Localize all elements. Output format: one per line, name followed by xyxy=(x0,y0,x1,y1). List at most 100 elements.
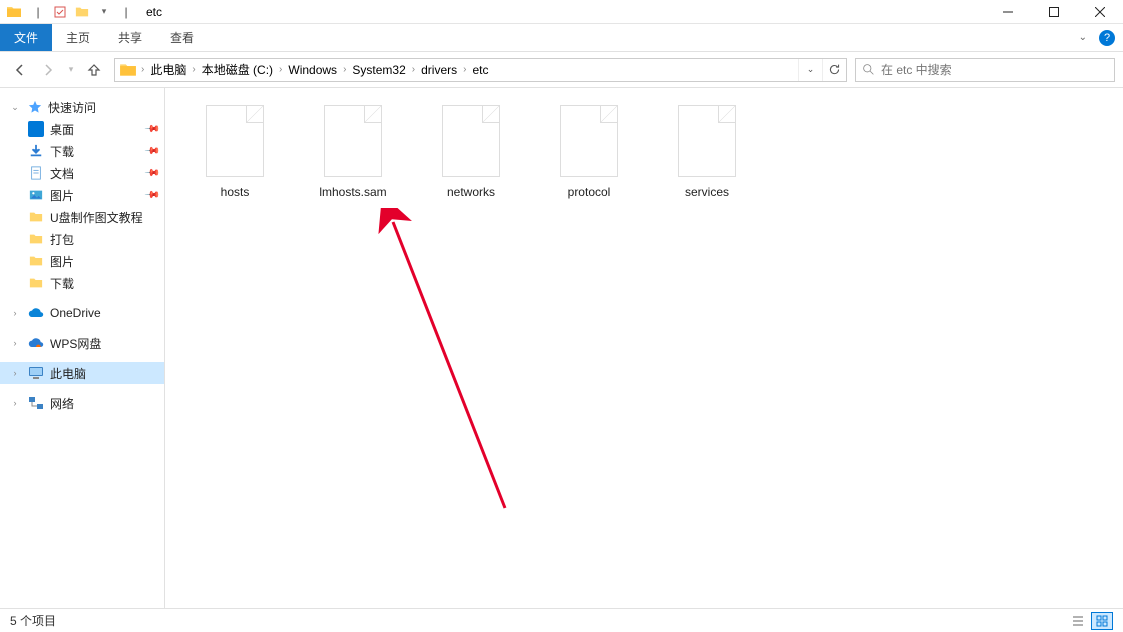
file-label: hosts xyxy=(221,185,250,199)
help-icon[interactable]: ? xyxy=(1099,30,1115,46)
sidebar-label: 此电脑 xyxy=(50,365,86,382)
view-details-button[interactable] xyxy=(1067,612,1089,630)
sidebar-label: 下载 xyxy=(50,143,74,160)
sidebar-item-desktop[interactable]: 桌面 📌 xyxy=(0,118,164,140)
qat-separator-2: | xyxy=(116,2,136,22)
crumb-this-pc[interactable]: 此电脑 xyxy=(146,59,190,81)
star-icon xyxy=(28,100,42,114)
sidebar-item-downloads[interactable]: 下载 📌 xyxy=(0,140,164,162)
qat-dropdown-icon[interactable]: ▾ xyxy=(94,2,114,22)
sidebar-wps[interactable]: › WPS网盘 xyxy=(0,332,164,354)
file-label: protocol xyxy=(568,185,611,199)
sidebar-quick-access[interactable]: ⌄ 快速访问 xyxy=(0,96,164,118)
address-bar[interactable]: › 此电脑 › 本地磁盘 (C:) › Windows › System32 ›… xyxy=(114,58,847,82)
download-icon xyxy=(28,143,44,159)
qat-separator: | xyxy=(28,2,48,22)
search-box[interactable] xyxy=(855,58,1115,82)
breadcrumb-sep[interactable]: › xyxy=(277,64,284,75)
file-icon xyxy=(324,105,382,177)
minimize-button[interactable] xyxy=(985,0,1031,24)
breadcrumb-sep[interactable]: › xyxy=(461,64,468,75)
breadcrumb-sep[interactable]: › xyxy=(410,64,417,75)
forward-button[interactable] xyxy=(36,58,60,82)
search-input[interactable] xyxy=(881,63,1108,77)
computer-icon xyxy=(28,366,44,380)
crumb-etc[interactable]: etc xyxy=(468,59,492,81)
chevron-right-icon[interactable]: › xyxy=(10,368,20,378)
address-history-dropdown[interactable]: ⌄ xyxy=(798,59,822,81)
sidebar-item-folder-usb[interactable]: U盘制作图文教程 xyxy=(0,206,164,228)
back-button[interactable] xyxy=(8,58,32,82)
file-icon xyxy=(560,105,618,177)
sidebar-label: U盘制作图文教程 xyxy=(50,209,143,226)
ribbon-expand-icon[interactable]: ⌄ xyxy=(1079,32,1087,43)
chevron-down-icon[interactable]: ⌄ xyxy=(10,102,20,113)
window-titlebar: | ▾ | etc xyxy=(0,0,1123,24)
breadcrumb-sep[interactable]: › xyxy=(190,64,197,75)
sidebar-label: OneDrive xyxy=(50,306,101,320)
file-list-pane[interactable]: hosts lmhosts.sam networks protocol serv… xyxy=(165,88,1123,608)
pictures-icon xyxy=(28,187,44,203)
pin-icon: 📌 xyxy=(144,187,161,204)
up-button[interactable] xyxy=(82,58,106,82)
qat-folder-icon[interactable] xyxy=(72,2,92,22)
view-large-icons-button[interactable] xyxy=(1091,612,1113,630)
maximize-button[interactable] xyxy=(1031,0,1077,24)
crumb-system32[interactable]: System32 xyxy=(348,59,409,81)
file-menu[interactable]: 文件 xyxy=(0,24,52,51)
file-icon xyxy=(678,105,736,177)
breadcrumb-sep[interactable]: › xyxy=(139,64,146,75)
chevron-right-icon[interactable]: › xyxy=(10,398,20,408)
desktop-icon xyxy=(28,121,44,137)
file-item-hosts[interactable]: hosts xyxy=(185,98,285,206)
refresh-button[interactable] xyxy=(822,59,846,81)
file-item-protocol[interactable]: protocol xyxy=(539,98,639,206)
sidebar-this-pc[interactable]: › 此电脑 xyxy=(0,362,164,384)
window-title: etc xyxy=(146,5,162,19)
status-bar: 5 个项目 xyxy=(0,608,1123,632)
document-icon xyxy=(28,165,44,181)
crumb-drive-c[interactable]: 本地磁盘 (C:) xyxy=(198,59,277,81)
sidebar-item-folder-dl2[interactable]: 下载 xyxy=(0,272,164,294)
crumb-drivers[interactable]: drivers xyxy=(417,59,461,81)
breadcrumb-sep[interactable]: › xyxy=(341,64,348,75)
recent-locations-dropdown[interactable]: ▾ xyxy=(64,58,78,82)
file-label: networks xyxy=(447,185,495,199)
sidebar-label: 图片 xyxy=(50,187,74,204)
chevron-right-icon[interactable]: › xyxy=(10,308,20,318)
sidebar-item-documents[interactable]: 文档 📌 xyxy=(0,162,164,184)
ribbon-tabs: 文件 主页 共享 查看 ⌄ ? xyxy=(0,24,1123,52)
folder-icon xyxy=(28,253,44,269)
sidebar-onedrive[interactable]: › OneDrive xyxy=(0,302,164,324)
quick-access-toolbar: | ▾ | xyxy=(28,2,136,22)
chevron-right-icon[interactable]: › xyxy=(10,338,20,348)
close-button[interactable] xyxy=(1077,0,1123,24)
sidebar-item-folder-pack[interactable]: 打包 xyxy=(0,228,164,250)
folder-icon xyxy=(28,275,44,291)
search-icon xyxy=(862,63,875,76)
tab-view[interactable]: 查看 xyxy=(156,24,208,51)
sidebar-item-pictures[interactable]: 图片 📌 xyxy=(0,184,164,206)
sidebar-item-folder-pics2[interactable]: 图片 xyxy=(0,250,164,272)
sidebar-label: 文档 xyxy=(50,165,74,182)
cloud-icon xyxy=(28,337,44,349)
file-item-networks[interactable]: networks xyxy=(421,98,521,206)
navigation-bar: ▾ › 此电脑 › 本地磁盘 (C:) › Windows › System32… xyxy=(0,52,1123,88)
pin-icon: 📌 xyxy=(144,165,161,182)
sidebar-label: WPS网盘 xyxy=(50,335,101,352)
file-item-lmhosts[interactable]: lmhosts.sam xyxy=(303,98,403,206)
file-item-services[interactable]: services xyxy=(657,98,757,206)
sidebar-network[interactable]: › 网络 xyxy=(0,392,164,414)
pin-icon: 📌 xyxy=(144,121,161,138)
tab-home[interactable]: 主页 xyxy=(52,24,104,51)
folder-icon xyxy=(28,231,44,247)
crumb-windows[interactable]: Windows xyxy=(284,59,341,81)
sidebar-label: 网络 xyxy=(50,395,74,412)
pin-icon: 📌 xyxy=(144,143,161,160)
qat-properties-icon[interactable] xyxy=(50,2,70,22)
annotation-arrow xyxy=(375,208,535,528)
file-label: lmhosts.sam xyxy=(319,185,386,199)
navigation-pane[interactable]: ⌄ 快速访问 桌面 📌 下载 📌 文档 📌 图片 📌 U xyxy=(0,88,165,608)
tab-share[interactable]: 共享 xyxy=(104,24,156,51)
sidebar-label: 快速访问 xyxy=(48,99,96,116)
